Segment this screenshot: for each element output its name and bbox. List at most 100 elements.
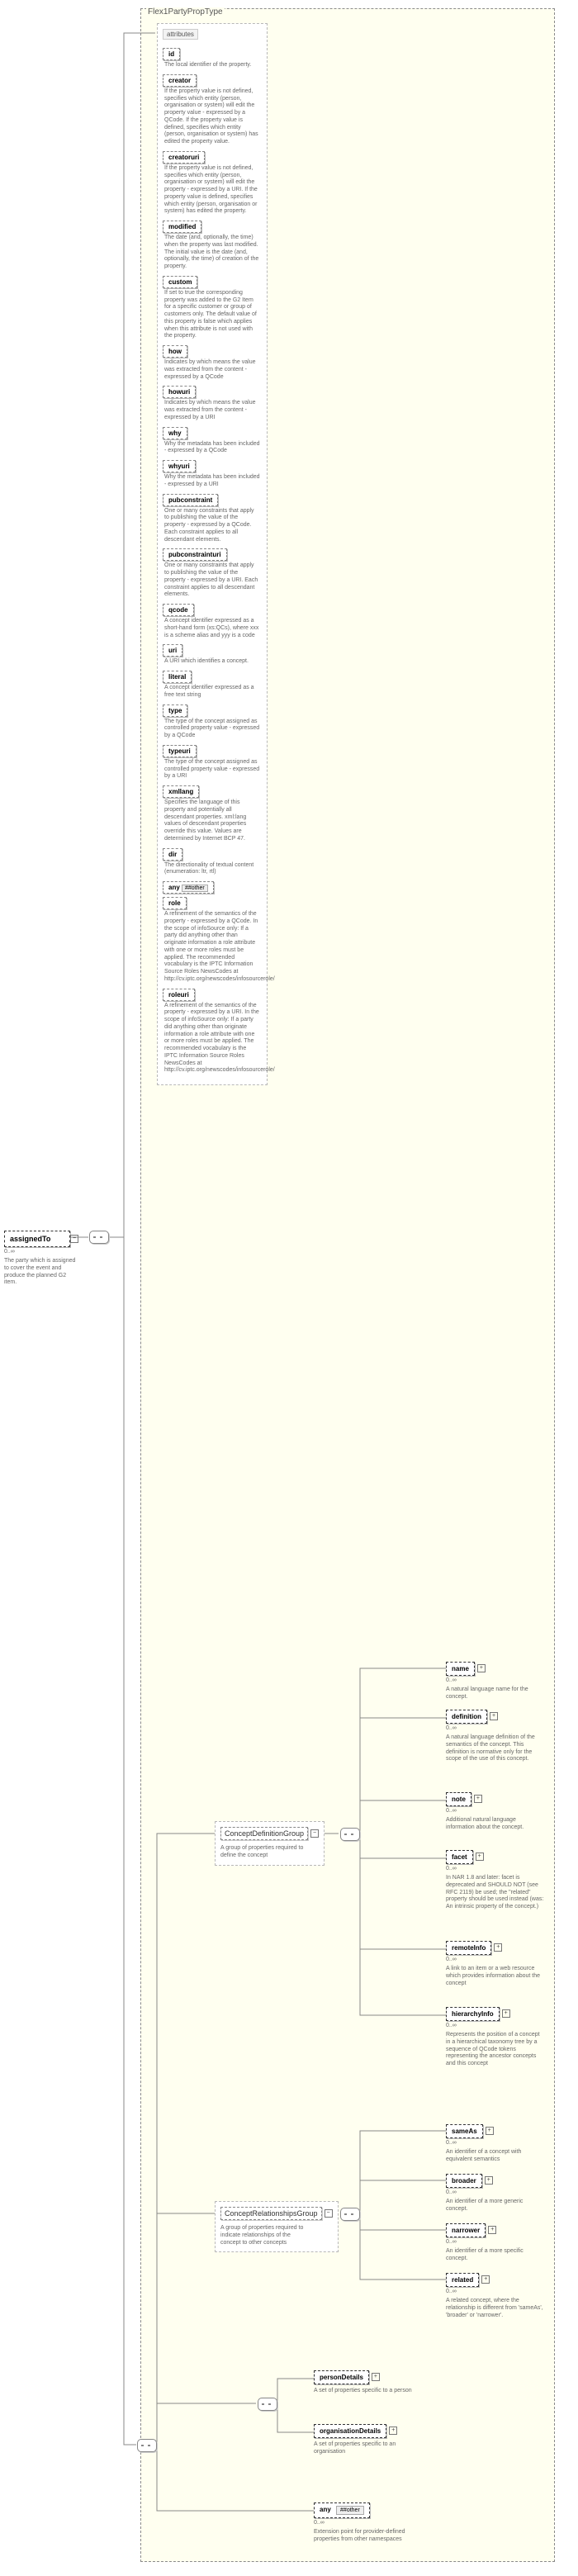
child-description: A natural language name for the concept. <box>446 1686 545 1701</box>
root-element[interactable]: assignedTo − <box>4 1231 70 1247</box>
concept-definition-group: ConceptDefinitionGroup − A group of prop… <box>215 1821 325 1866</box>
expand-icon[interactable]: + <box>474 1795 482 1803</box>
collapse-icon[interactable]: − <box>70 1235 78 1243</box>
element-box[interactable]: related <box>446 2273 479 2287</box>
expand-icon[interactable]: + <box>389 2427 397 2435</box>
attribute-name[interactable]: xmllang <box>163 785 199 798</box>
attribute-name[interactable]: creatoruri <box>163 151 205 164</box>
expand-icon[interactable]: + <box>490 1712 498 1720</box>
attribute-name[interactable]: roleuri <box>163 989 195 1001</box>
child-note: note+0..∞ Additional natural language inf… <box>446 1792 570 1832</box>
element-box[interactable]: definition <box>446 1710 487 1724</box>
attribute-name[interactable]: whyuri <box>163 460 196 472</box>
element-box[interactable]: broader <box>446 2174 482 2188</box>
group-description: A group of properties required to define… <box>220 1845 311 1860</box>
attribute-how: howIndicates by which means the value wa… <box>163 345 262 381</box>
expand-icon[interactable]: + <box>372 2373 380 2381</box>
child-multiplicity: 0..∞ <box>446 1725 570 1731</box>
sequence-connector-details <box>258 2398 277 2411</box>
expand-icon[interactable]: + <box>502 2009 510 2018</box>
attribute-description: The directionality of textual content (e… <box>164 862 260 877</box>
child-multiplicity: 0..∞ <box>446 2189 570 2195</box>
attribute-creatoruri: creatoruriIf the property value is not d… <box>163 151 262 216</box>
attribute-any: any ##other <box>163 881 262 894</box>
child-hierarchyInfo: hierarchyInfo+0..∞Represents the positio… <box>446 2007 570 2068</box>
any-element[interactable]: any ##other <box>314 2502 370 2518</box>
attribute-description: If the property value is not defined, sp… <box>164 88 260 146</box>
attribute-description: The type of the concept assigned as cont… <box>164 719 260 740</box>
expand-icon[interactable]: + <box>477 1664 486 1672</box>
attribute-qcode: qcode A concept identifier expressed as a… <box>163 604 262 639</box>
element-box[interactable]: personDetails <box>314 2370 369 2384</box>
concept-relationships-group: ConceptRelationshipsGroup − A group of p… <box>215 2201 339 2252</box>
attribute-name[interactable]: howuri <box>163 386 196 398</box>
child-sameAs: sameAs+0..∞An identifier of a concept wi… <box>446 2124 570 2164</box>
attributes-header: attributes <box>163 29 198 40</box>
attribute-description: Why the metadata has been included - exp… <box>164 474 260 489</box>
attribute-name[interactable]: uri <box>163 644 182 657</box>
attribute-name[interactable]: pubconstraint <box>163 494 218 506</box>
attribute-description: Why the metadata has been included - exp… <box>164 441 260 456</box>
attribute-description: The date (and, optionally, the time) whe… <box>164 235 260 271</box>
child-remoteInfo: remoteInfo+0..∞A link to an item or a we… <box>446 1941 570 1987</box>
attribute-name[interactable]: how <box>163 345 187 358</box>
group-title[interactable]: ConceptRelationshipsGroup <box>220 2207 322 2220</box>
element-box[interactable]: sameAs <box>446 2124 483 2138</box>
attributes-panel: attributes idThe local identifier of the… <box>157 23 268 1085</box>
child-multiplicity: 0..∞ <box>446 1677 570 1683</box>
child-multiplicity: 0..∞ <box>446 1957 570 1962</box>
child-organisationDetails: organisationDetails+A set of properties … <box>314 2424 479 2456</box>
attribute-name[interactable]: any ##other <box>163 881 214 894</box>
element-box[interactable]: name <box>446 1662 475 1676</box>
collapse-icon[interactable]: − <box>325 2209 333 2218</box>
attribute-name[interactable]: typeuri <box>163 745 197 757</box>
attribute-literal: literalA concept identifier expressed as… <box>163 671 262 700</box>
child-description: An identifier of a more generic concept. <box>446 2199 545 2213</box>
sequence-connector-crg <box>340 2208 360 2221</box>
collapse-icon[interactable]: − <box>310 1829 319 1838</box>
expand-icon[interactable]: + <box>485 2176 493 2185</box>
attribute-name[interactable]: custom <box>163 276 197 288</box>
element-box[interactable]: remoteInfo <box>446 1941 491 1955</box>
attribute-name[interactable]: dir <box>163 848 182 861</box>
attribute-name[interactable]: modified <box>163 221 201 233</box>
child-description: Additional natural language information … <box>446 1817 545 1832</box>
attribute-name[interactable]: type <box>163 704 187 717</box>
element-box[interactable]: organisationDetails <box>314 2424 386 2438</box>
element-box[interactable]: note <box>446 1792 471 1806</box>
element-box[interactable]: facet <box>446 1850 473 1864</box>
attribute-description: A concept identifier expressed as a shor… <box>164 618 260 639</box>
sequence-connector <box>137 2439 157 2452</box>
attribute-description: Indicates by which means the value was e… <box>164 359 260 381</box>
expand-icon[interactable]: + <box>476 1853 484 1861</box>
attribute-custom: customIf set to true the corresponding p… <box>163 276 262 340</box>
attribute-pubconstrainturi: pubconstrainturiOne or many constraints … <box>163 548 262 599</box>
attribute-roleuri: roleuri A refinement of the semantics of … <box>163 989 262 1075</box>
attribute-name[interactable]: role <box>163 897 187 909</box>
expand-icon[interactable]: + <box>494 1943 502 1952</box>
attribute-description: A URI which identifies a concept. <box>164 658 260 666</box>
diagram-canvas: Flex1PartyPropType assignedTo − 0..∞ The… <box>0 0 578 2576</box>
attribute-dir: dirThe directionality of textual content… <box>163 848 262 877</box>
attribute-description: A refinement of the semantics of the pro… <box>164 911 260 984</box>
expand-icon[interactable]: + <box>486 2127 494 2135</box>
child-multiplicity: 0..∞ <box>446 1808 570 1814</box>
child-related: related+0..∞A related concept, where the… <box>446 2273 570 2319</box>
attribute-name[interactable]: pubconstrainturi <box>163 548 227 561</box>
attribute-name[interactable]: literal <box>163 671 192 683</box>
element-box[interactable]: narrower <box>446 2223 486 2237</box>
attribute-name[interactable]: qcode <box>163 604 194 616</box>
attribute-description: A refinement of the semantics of the pro… <box>164 1003 260 1075</box>
child-name: name+0..∞ A natural language name for the… <box>446 1662 570 1701</box>
complex-type-title: Flex1PartyPropType <box>146 7 225 17</box>
root-multiplicity: 0..∞ <box>4 1249 70 1255</box>
expand-icon[interactable]: + <box>481 2275 490 2284</box>
group-title[interactable]: ConceptDefinitionGroup <box>220 1827 308 1840</box>
expand-icon[interactable]: + <box>488 2226 496 2234</box>
attribute-name[interactable]: id <box>163 48 180 60</box>
root-element-name: assignedTo <box>10 1235 50 1243</box>
attribute-name[interactable]: creator <box>163 74 197 87</box>
attribute-description: The type of the concept assigned as cont… <box>164 759 260 780</box>
attribute-name[interactable]: why <box>163 427 187 439</box>
element-box[interactable]: hierarchyInfo <box>446 2007 500 2021</box>
